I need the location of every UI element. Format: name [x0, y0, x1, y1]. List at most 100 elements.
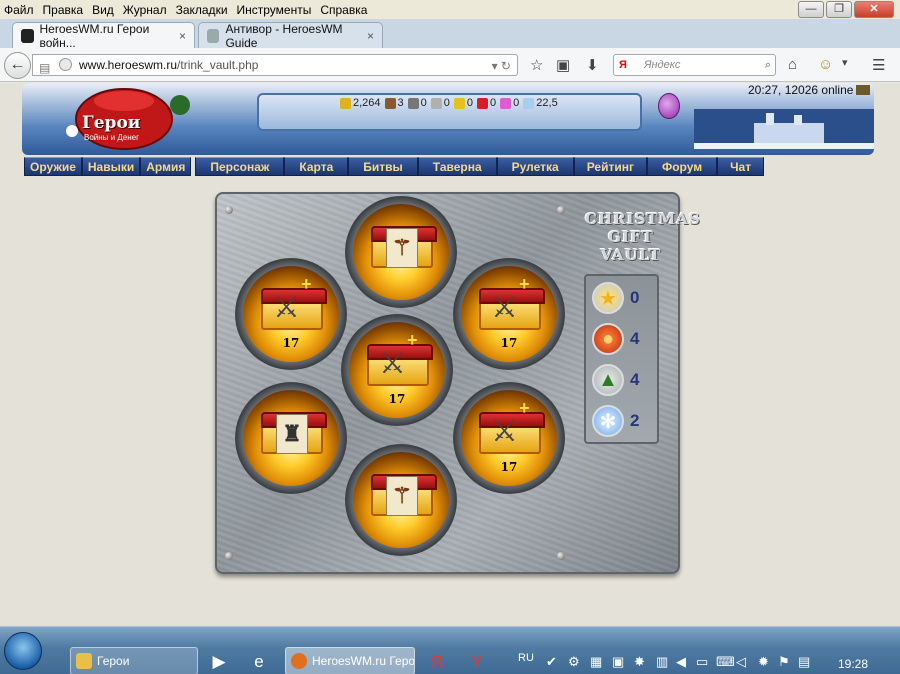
menu-army[interactable]: Армия	[140, 157, 192, 176]
menu-forum[interactable]: Форум	[646, 157, 718, 176]
menu-character[interactable]: Персонаж	[195, 157, 285, 176]
speaker-icon[interactable]: ◁	[736, 654, 746, 670]
clock[interactable]: 19:28	[838, 657, 868, 671]
url-path: /trink_vault.php	[177, 58, 259, 72]
menu-tools[interactable]: Инструменты	[237, 3, 312, 17]
window-controls: — ❐ ✕	[798, 1, 894, 18]
dropdown-icon[interactable]: ▾	[842, 56, 848, 69]
slot-glow: ⚚	[353, 204, 449, 300]
gem-icon	[500, 97, 512, 109]
main-menu: Оружие Навыки Армия Персонаж Карта Битвы…	[24, 157, 765, 176]
download-icon[interactable]: ⬇	[586, 56, 599, 74]
taskbar-item-heroes-folder[interactable]: Герои	[70, 647, 198, 674]
home-icon[interactable]: ⌂	[788, 56, 797, 73]
vault-slot-center[interactable]: ⚔ + 17	[341, 314, 453, 426]
vault-slot-lower-right[interactable]: ⚔ + 17	[453, 382, 565, 494]
search-icon[interactable]: ⌕	[765, 55, 771, 75]
network-icon[interactable]: ▥	[656, 654, 668, 670]
menu-roulette[interactable]: Рулетка	[496, 157, 574, 176]
yandex-browser-icon[interactable]: Y	[466, 651, 488, 673]
vault-slot-upper-left[interactable]: ⚔ + 17	[235, 258, 347, 370]
display-icon[interactable]: ▭	[696, 654, 708, 670]
menu-icon[interactable]: ☰	[872, 56, 885, 74]
tab-close-icon[interactable]: ×	[367, 29, 374, 43]
slot-glow: ♜	[243, 390, 339, 486]
back-button[interactable]: ←	[4, 52, 31, 79]
cat-icon[interactable]: ✸	[634, 654, 645, 670]
menu-file[interactable]: Файл	[4, 3, 34, 17]
staff-icon: ⚚	[386, 228, 418, 268]
crossed-swords-icon: ⚔	[379, 347, 406, 380]
yandex-icon[interactable]: Я	[426, 651, 448, 673]
media-player-icon[interactable]: ▶	[208, 651, 230, 673]
star-icon: ★	[592, 282, 624, 314]
pdf-icon[interactable]: ▣	[612, 654, 624, 670]
menu-history[interactable]: Журнал	[123, 3, 167, 17]
action-center-icon[interactable]: ▤	[798, 654, 810, 670]
tree-icon: ▲	[592, 364, 624, 396]
menu-rating[interactable]: Рейтинг	[573, 157, 647, 176]
menu-chat[interactable]: Чат	[717, 157, 765, 176]
vault-slot-top[interactable]: ⚚	[345, 196, 457, 308]
tab-close-icon[interactable]: ×	[179, 29, 186, 43]
menu-map[interactable]: Карта	[284, 157, 349, 176]
page-icon: ▤	[39, 61, 51, 75]
volume-icon[interactable]: ◀	[676, 654, 686, 670]
crossed-swords-icon: ⚔	[491, 415, 518, 448]
navigation-bar: ← ▤ www.heroeswm.ru/trink_vault.php ▾ ↻ …	[0, 48, 900, 82]
close-window-button[interactable]: ✕	[854, 1, 894, 18]
wood-icon	[384, 97, 396, 109]
potion-icon[interactable]	[658, 93, 680, 119]
smiley-icon[interactable]: ☺	[818, 56, 833, 73]
castle-illustration	[694, 109, 874, 149]
keyboard-icon[interactable]: ⌨	[716, 654, 735, 670]
crystal-icon	[477, 97, 489, 109]
reload-icon[interactable]: ▾ ↻	[492, 56, 511, 76]
menu-skills[interactable]: Навыки	[81, 157, 141, 176]
url-field[interactable]: ▤ www.heroeswm.ru/trink_vault.php ▾ ↻	[32, 54, 518, 76]
slot-glow: ⚔ + 17	[349, 322, 445, 418]
flag-icon[interactable]	[856, 85, 871, 95]
crossed-swords-icon: ⚔	[491, 291, 518, 324]
vault-slot-upper-right[interactable]: ⚔ + 17	[453, 258, 565, 370]
menu-bookmarks[interactable]: Закладки	[176, 3, 228, 17]
clipboard-icon[interactable]: ▣	[556, 56, 570, 74]
tab-heroeswm[interactable]: HeroesWM.ru Герои войн... ×	[12, 21, 195, 50]
taskbar-item-firefox[interactable]: HeroesWM.ru Геро...	[285, 647, 415, 674]
minimize-button[interactable]: —	[798, 1, 824, 18]
app-icon[interactable]: ▦	[590, 654, 602, 670]
resource-mercury: 0	[430, 97, 450, 109]
internet-explorer-icon[interactable]: e	[248, 651, 270, 673]
vault-slot-bottom[interactable]: ⚚	[345, 444, 457, 556]
antivirus-icon[interactable]: ✹	[758, 654, 769, 670]
vault-slot-lower-left[interactable]: ♜	[235, 382, 347, 494]
tab-label: HeroesWM.ru Герои войн...	[39, 21, 150, 50]
rivet	[557, 206, 565, 214]
language-indicator[interactable]: RU	[518, 652, 534, 664]
start-button[interactable]	[4, 632, 42, 670]
star-icon[interactable]: ☆	[530, 56, 543, 74]
globe-icon	[59, 58, 72, 71]
search-input[interactable]: Я Яндекс ⌕	[613, 54, 776, 76]
menu-help[interactable]: Справка	[320, 3, 367, 17]
menu-battles[interactable]: Битвы	[348, 157, 418, 176]
menu-weapons[interactable]: Оружие	[24, 157, 82, 176]
check-icon[interactable]: ✔	[546, 654, 557, 670]
logo-text: Герои	[82, 113, 141, 133]
menu-edit[interactable]: Правка	[43, 3, 84, 17]
search-placeholder: Яндекс	[644, 59, 681, 71]
gear-icon[interactable]: ⚙	[568, 654, 580, 670]
slot-quantity: 17	[500, 336, 518, 350]
ore-icon	[407, 97, 419, 109]
resource-diamonds: 22,5	[523, 97, 558, 109]
restore-button[interactable]: ❐	[826, 1, 852, 18]
menu-tavern[interactable]: Таверна	[417, 157, 497, 176]
resource-gems: 0	[500, 97, 519, 109]
flag-icon[interactable]: ⚑	[778, 654, 790, 670]
plus-icon: +	[519, 398, 530, 418]
menu-view[interactable]: Вид	[92, 3, 114, 17]
resource-bar: 2,264 3 0 0 0 0 0 22,5	[340, 97, 558, 109]
header-banner: Герои Войны и Денег ♥ 2,264 3 0 0 0 0 0 …	[22, 83, 874, 155]
tab-antivor[interactable]: Антивор - HeroesWM Guide ×	[198, 22, 383, 50]
time-online: 20:27, 12026 online	[748, 83, 871, 97]
